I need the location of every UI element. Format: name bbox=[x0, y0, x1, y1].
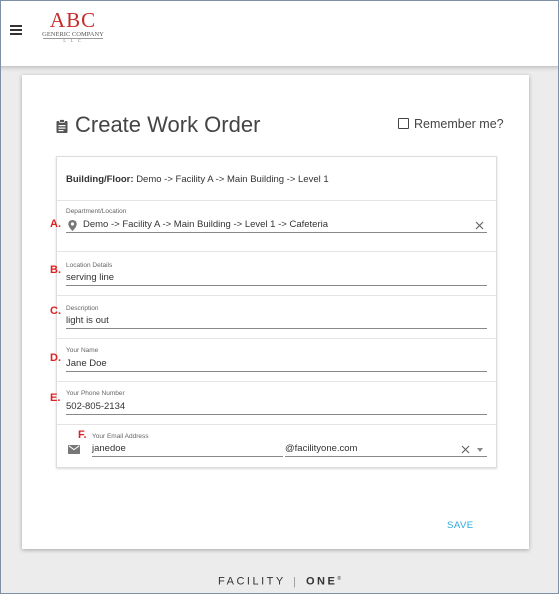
clipboard-icon bbox=[56, 119, 68, 133]
email-domain-underline bbox=[285, 456, 487, 457]
save-button[interactable]: SAVE bbox=[447, 520, 474, 532]
email-field[interactable]: Your Email Address janedoe @facilityone.… bbox=[57, 425, 496, 467]
your-name-label: Your Name bbox=[66, 347, 99, 354]
footer-brand-separator: | bbox=[293, 575, 299, 588]
menu-icon[interactable] bbox=[10, 25, 22, 35]
department-location-field[interactable]: Department/Location Demo -> Facility A -… bbox=[57, 201, 496, 252]
annotation-marker-d: D. bbox=[50, 352, 61, 364]
annotation-marker-b: B. bbox=[50, 264, 61, 276]
phone-number-underline bbox=[66, 414, 487, 415]
logo-text: ABC bbox=[49, 8, 97, 32]
clear-email-icon[interactable] bbox=[461, 445, 470, 454]
clear-department-icon[interactable] bbox=[475, 221, 484, 230]
logo-suffix: L L C bbox=[63, 38, 83, 43]
description-label: Description bbox=[66, 305, 99, 312]
footer-brand-left: FACILITY bbox=[218, 575, 286, 588]
footer-brand-mark: ® bbox=[337, 576, 341, 582]
location-pin-icon bbox=[68, 220, 77, 231]
mail-icon bbox=[68, 445, 80, 454]
location-details-field[interactable]: Location Details serving line bbox=[57, 252, 496, 296]
logo-subtitle: GENERIC COMPANY bbox=[42, 31, 104, 38]
phone-number-field[interactable]: Your Phone Number 502-805-2134 bbox=[57, 382, 496, 425]
department-location-label: Department/Location bbox=[66, 208, 127, 215]
location-details-underline bbox=[66, 285, 487, 286]
description-input[interactable]: light is out bbox=[66, 315, 109, 327]
remember-me-checkbox[interactable] bbox=[398, 118, 409, 129]
email-underline bbox=[92, 456, 283, 457]
top-app-bar: ABC GENERIC COMPANY L L C bbox=[0, 0, 559, 67]
dropdown-arrow-icon[interactable] bbox=[477, 448, 483, 452]
annotation-marker-f: F. bbox=[78, 429, 87, 441]
work-order-form: Building/Floor: Demo -> Facility A -> Ma… bbox=[56, 156, 497, 468]
footer-brand-logo: FACILITY | ONE® bbox=[0, 572, 559, 589]
work-order-card: Create Work Order Remember me? Building/… bbox=[22, 75, 529, 549]
your-name-underline bbox=[66, 371, 487, 372]
page-title: Create Work Order bbox=[75, 112, 261, 137]
remember-me-label: Remember me? bbox=[414, 117, 504, 131]
department-location-input[interactable]: Demo -> Facility A -> Main Building -> L… bbox=[83, 219, 328, 231]
department-underline bbox=[66, 232, 487, 233]
location-details-input[interactable]: serving line bbox=[66, 272, 114, 284]
building-floor-row: Building/Floor: Demo -> Facility A -> Ma… bbox=[57, 157, 496, 201]
footer-brand-right: ONE bbox=[305, 575, 338, 588]
your-name-field[interactable]: Your Name Jane Doe bbox=[57, 339, 496, 382]
description-field[interactable]: Description light is out bbox=[57, 296, 496, 339]
annotation-marker-a: A. bbox=[50, 218, 61, 230]
email-domain-select[interactable]: @facilityone.com bbox=[285, 443, 357, 455]
phone-number-label: Your Phone Number bbox=[66, 390, 125, 397]
your-name-input[interactable]: Jane Doe bbox=[66, 358, 107, 370]
annotation-marker-e: E. bbox=[50, 392, 61, 404]
annotation-marker-c: C. bbox=[50, 305, 61, 317]
building-floor-value: Demo -> Facility A -> Main Building -> L… bbox=[136, 174, 329, 185]
company-logo[interactable]: ABC GENERIC COMPANY L L C bbox=[40, 10, 106, 44]
email-label: Your Email Address bbox=[92, 433, 149, 440]
building-floor-label: Building/Floor: bbox=[66, 174, 134, 185]
email-input[interactable]: janedoe bbox=[92, 443, 126, 455]
building-floor-text: Building/Floor: Demo -> Facility A -> Ma… bbox=[66, 174, 329, 186]
phone-number-input[interactable]: 502-805-2134 bbox=[66, 401, 125, 413]
description-underline bbox=[66, 328, 487, 329]
location-details-label: Location Details bbox=[66, 262, 113, 269]
